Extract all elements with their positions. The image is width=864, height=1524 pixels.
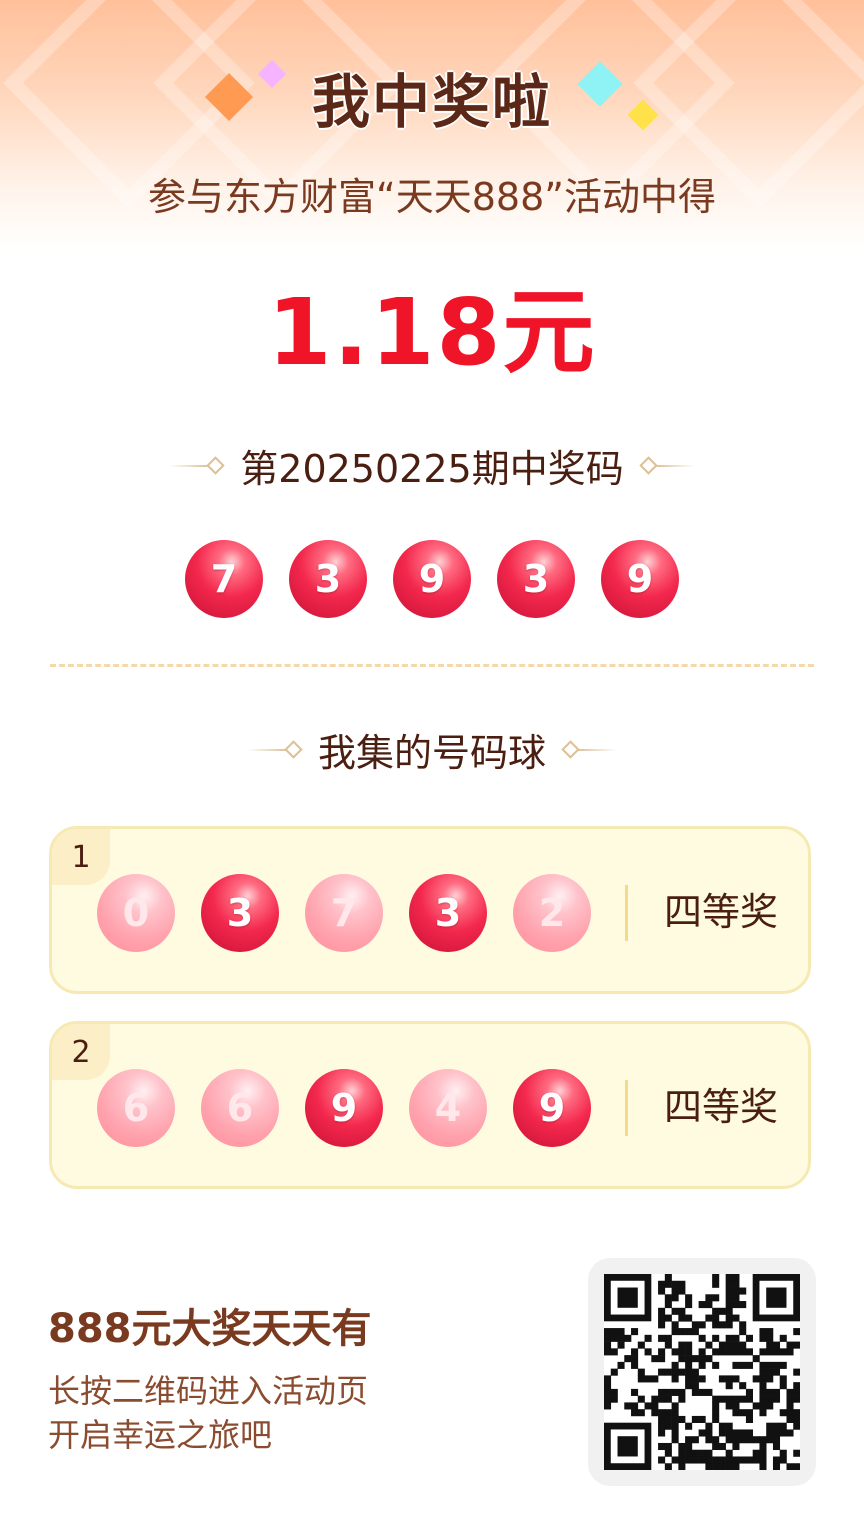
number-ball: 4 bbox=[409, 1069, 487, 1147]
ticket-balls: 6 6 9 4 9 bbox=[97, 1069, 591, 1147]
number-ball-matched: 3 bbox=[201, 874, 279, 952]
activity-subtitle: 参与东方财富“天天888”活动中得 bbox=[148, 175, 716, 219]
promo-title: 888元大奖天天有 bbox=[48, 1306, 372, 1352]
ornament-left-icon bbox=[246, 740, 303, 759]
winning-ball: 7 bbox=[185, 540, 263, 618]
number-ball-matched: 9 bbox=[513, 1069, 591, 1147]
ticket-card: 1 0 3 7 3 2 四等奖 bbox=[49, 826, 811, 994]
winning-ball: 3 bbox=[497, 540, 575, 618]
dashed-divider bbox=[50, 664, 814, 667]
ticket-balls: 0 3 7 3 2 bbox=[97, 874, 591, 952]
winning-code-label: 第20250225期中奖码 bbox=[240, 447, 624, 491]
collected-heading: 我集的号码球 bbox=[0, 722, 864, 777]
qr-code-icon[interactable] bbox=[604, 1274, 801, 1471]
number-ball-matched: 3 bbox=[409, 874, 487, 952]
winning-code-heading: 第20250225期中奖码 bbox=[0, 438, 864, 493]
prize-level: 四等奖 bbox=[664, 1085, 779, 1129]
prize-level: 四等奖 bbox=[664, 890, 779, 934]
page-title: 我中奖啦 bbox=[311, 68, 552, 136]
title-row: 我中奖啦 bbox=[0, 52, 864, 142]
ornament-left-icon bbox=[169, 456, 225, 475]
ticket-separator bbox=[625, 1080, 628, 1136]
number-ball: 2 bbox=[513, 874, 591, 952]
promo-instruction: 长按二维码进入活动页 bbox=[48, 1372, 369, 1410]
winning-ball: 9 bbox=[393, 540, 471, 618]
collected-label: 我集的号码球 bbox=[317, 731, 546, 775]
winning-ball: 3 bbox=[289, 540, 367, 618]
ticket-separator bbox=[625, 885, 628, 941]
qr-code-container[interactable] bbox=[588, 1258, 816, 1486]
number-ball: 6 bbox=[201, 1069, 279, 1147]
number-ball: 7 bbox=[305, 874, 383, 952]
winning-numbers: 7 3 9 3 9 bbox=[0, 540, 864, 618]
number-ball: 0 bbox=[97, 874, 175, 952]
number-ball: 6 bbox=[97, 1069, 175, 1147]
qr-code-graphic bbox=[604, 1274, 801, 1471]
ornament-right-icon bbox=[561, 740, 617, 759]
winning-ball: 9 bbox=[601, 540, 679, 618]
prize-amount: 1.18元 bbox=[267, 279, 597, 386]
promo-tagline: 开启幸运之旅吧 bbox=[48, 1416, 273, 1454]
ticket-card: 2 6 6 9 4 9 四等奖 bbox=[49, 1021, 811, 1189]
ornament-right-icon bbox=[639, 456, 695, 475]
number-ball-matched: 9 bbox=[305, 1069, 383, 1147]
